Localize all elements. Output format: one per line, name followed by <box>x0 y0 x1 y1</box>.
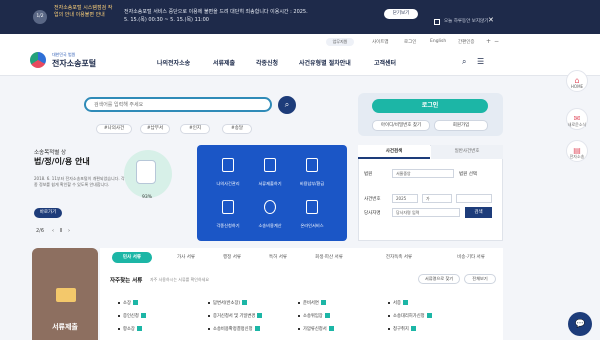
banner-counter[interactable]: 1/2 <box>33 10 47 24</box>
case-number-label: 사건번호 <box>364 197 381 202</box>
promo-title: 법/정/이/용 안내 <box>34 157 90 166</box>
phone-icon <box>136 160 156 184</box>
banner-view-button[interactable]: 닫기보기 <box>384 9 418 19</box>
tab-family[interactable]: 가사 서류 <box>166 252 206 263</box>
search-box <box>84 97 272 112</box>
party-input[interactable]: 당사자명 입력 <box>392 208 460 217</box>
case-search-panel <box>358 145 503 241</box>
plus-icon[interactable]: + <box>486 38 491 45</box>
list-item[interactable]: 항소장 <box>118 326 142 332</box>
util-link-auth[interactable]: 간편인증 <box>458 39 475 45</box>
tab-e-demand[interactable]: 전자독촉 서류 <box>374 252 424 263</box>
list-item[interactable]: 서증 <box>388 300 408 306</box>
promo-line1: 소송목적별 상 <box>34 150 67 156</box>
service-label[interactable]: 소송비용계산 <box>250 223 290 229</box>
document-icon[interactable] <box>264 158 276 172</box>
banner-body: 전자소송포털 서비스 중단으로 이용에 불편을 드려 대단히 죄송합니다 이용시… <box>124 9 308 23</box>
chat-icon[interactable]: 💬 <box>568 312 592 336</box>
search-input[interactable] <box>94 99 264 110</box>
prev-icon[interactable]: ‹ <box>52 228 54 234</box>
list-item[interactable]: 소장 <box>118 300 138 306</box>
service-label[interactable]: 나의사건관리 <box>208 181 248 187</box>
banner-title: 전자소송포털 시스템점검 작업의 안내 이용불편 안내 <box>54 5 113 18</box>
form-icon[interactable] <box>222 200 234 214</box>
promo-description: 2018. 6. 11부터 전자소송포털이 개편되었습니다. 각종 정보를 쉽게… <box>34 176 125 187</box>
promo-more-button[interactable]: 바로가기 <box>34 208 62 218</box>
list-item[interactable]: 가압류신청서 <box>298 326 334 332</box>
court-select[interactable]: 서울중앙 <box>392 169 454 178</box>
find-doc-button[interactable]: 서류명으로 찾기 <box>418 274 460 284</box>
list-item[interactable]: 답변서(반소장) <box>208 300 248 306</box>
wallet-icon[interactable] <box>306 158 318 172</box>
side-label-home: HOME <box>570 84 584 89</box>
nav-my-case[interactable]: 나의전자소송 <box>157 58 190 67</box>
find-id-button[interactable]: 아이디/비밀번호 찾기 <box>372 120 430 131</box>
tab-civil[interactable]: 민사 서류 <box>112 252 152 263</box>
case-type-select[interactable]: 가 <box>422 194 452 203</box>
util-link-login[interactable]: 로그인 <box>404 39 416 45</box>
case-number-input[interactable] <box>456 194 492 203</box>
promo-percent: 93% <box>142 195 153 200</box>
faq-title: 자주찾는 서류 <box>110 278 143 284</box>
util-pill[interactable]: 업무지원 <box>326 38 354 46</box>
side-label-ecase: 전자소송 <box>569 154 585 159</box>
service-label[interactable]: 각종신청하기 <box>208 223 248 229</box>
list-item[interactable]: 증거신청서 및 기일변경 <box>208 313 263 319</box>
search-icon[interactable]: ⌕ <box>462 57 466 67</box>
list-item[interactable]: 소송비용확정결정신청 <box>208 326 260 332</box>
site-header <box>0 34 600 76</box>
court-logo-icon[interactable] <box>30 52 46 68</box>
nav-apply[interactable]: 각종신청 <box>256 58 278 67</box>
promo-pager: 2/6 <box>36 228 45 234</box>
tag-my-case[interactable]: #나의사건 <box>96 124 132 134</box>
login-button[interactable]: 로그인 <box>372 99 488 113</box>
today-label: 오늘 하루동안 보지않기 <box>444 19 489 24</box>
docs-card-title[interactable]: 서류제출 <box>32 322 98 332</box>
nav-support[interactable]: 고객센터 <box>374 58 396 67</box>
search-button[interactable]: ⌕ <box>278 96 296 114</box>
list-item[interactable]: 소송대리허가신청 <box>388 313 432 319</box>
side-label-news: 새로운소식 <box>567 122 587 127</box>
folder-icon <box>56 288 76 302</box>
next-icon[interactable]: › <box>68 228 70 234</box>
money-icon[interactable] <box>264 200 276 214</box>
join-button[interactable]: 회원가입 <box>434 120 488 131</box>
nav-procedure[interactable]: 사건유형별 절차안내 <box>299 58 351 67</box>
year-select[interactable]: 2025 <box>392 194 418 203</box>
menu-icon[interactable]: ☰ <box>477 57 484 66</box>
today-checkbox[interactable] <box>434 19 440 25</box>
tag-payment[interactable]: #납부서 <box>140 124 170 134</box>
logo-title[interactable]: 전자소송포털 <box>52 58 96 69</box>
court-check-label[interactable]: 법원 선택 <box>459 171 477 177</box>
faq-note: 자주 사용하시는 서류를 확인하세요 <box>150 277 210 282</box>
list-item[interactable]: 소송위임장 <box>298 313 330 319</box>
service-label[interactable]: 비용납부/환급 <box>292 181 332 187</box>
tag-stamp[interactable]: #인지 <box>180 124 210 134</box>
service-label[interactable]: 서류제출하기 <box>250 181 290 187</box>
book-icon[interactable] <box>222 158 234 172</box>
notice-banner: 1/2 전자소송포털 시스템점검 작업의 안내 이용불편 안내 전자소송포털 서… <box>0 0 600 34</box>
tab-etc[interactable]: 비송·기타 서류 <box>444 252 498 263</box>
tab-bankruptcy[interactable]: 회생·파산 서류 <box>304 252 354 263</box>
megaphone-icon[interactable] <box>306 200 318 214</box>
tab-patent[interactable]: 특허 서류 <box>258 252 298 263</box>
party-label: 당사자명 <box>364 211 381 216</box>
case-search-button[interactable]: 검색 <box>465 207 492 218</box>
list-item[interactable]: 준비서면 <box>298 300 326 306</box>
tab-admin[interactable]: 행정 서류 <box>212 252 252 263</box>
util-link-sitemap[interactable]: 사이트맵 <box>372 39 389 45</box>
tab-general-case[interactable]: 일반사건번호 <box>431 145 503 159</box>
pause-icon[interactable]: Ⅱ <box>60 228 62 234</box>
close-icon[interactable]: ✕ <box>488 16 494 24</box>
view-all-button[interactable]: 전체보기 <box>464 274 496 284</box>
nav-docs[interactable]: 서류제출 <box>213 58 235 67</box>
court-label: 법원 <box>364 172 373 177</box>
service-label[interactable]: 온라인서비스 <box>292 223 332 229</box>
tab-case-search[interactable]: 사건검색 <box>358 145 430 159</box>
list-item[interactable]: 청구취지 <box>388 326 416 332</box>
minus-icon[interactable]: − <box>494 38 499 45</box>
tag-delivery[interactable]: #송달 <box>222 124 252 134</box>
util-link-english[interactable]: English <box>430 39 446 44</box>
list-item[interactable]: 증인신청 <box>118 313 146 319</box>
